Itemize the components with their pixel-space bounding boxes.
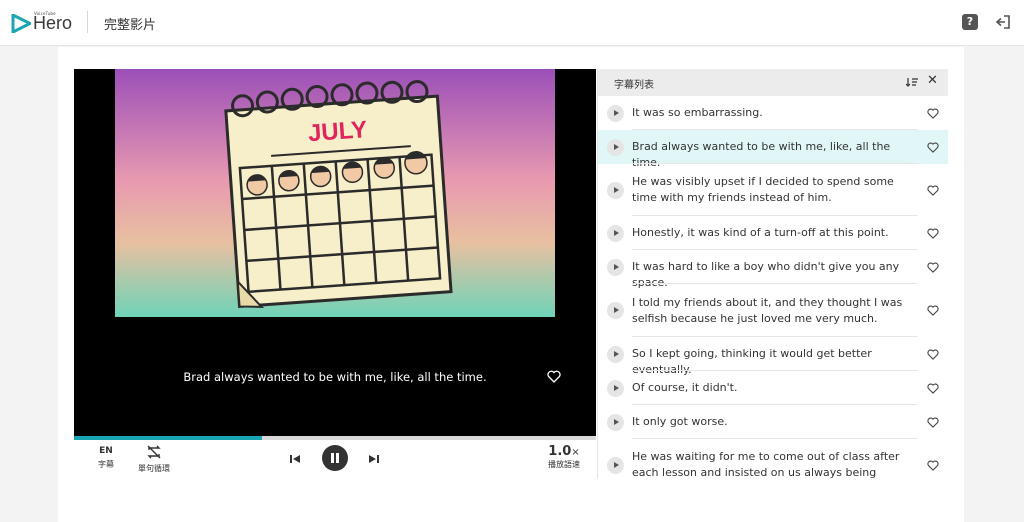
close-icon[interactable]: ✕ <box>927 74 938 88</box>
pause-button[interactable] <box>322 445 348 471</box>
play-sentence-icon[interactable] <box>607 345 624 363</box>
subtitle-text: It was so embarrassing. <box>632 106 763 119</box>
loop-off-icon <box>147 445 161 459</box>
single-sentence-loop-button[interactable]: 單句循環 <box>136 444 172 474</box>
favorite-heart-icon[interactable] <box>927 184 939 196</box>
video-frame-illustration: JULY <box>115 69 555 317</box>
subtitle-list-item[interactable]: He was visibly upset if I decided to spe… <box>598 164 948 216</box>
play-sentence-icon[interactable] <box>607 302 624 319</box>
subtitle-list-item[interactable]: I told my friends about it, and they tho… <box>598 284 948 337</box>
play-sentence-icon[interactable] <box>607 456 624 474</box>
loop-label: 單句循環 <box>138 464 170 473</box>
subtitle-text: It only got worse. <box>632 415 728 428</box>
favorite-heart-icon[interactable] <box>927 107 939 119</box>
favorite-heart-icon[interactable] <box>927 348 939 360</box>
playback-speed-button[interactable]: 1.0× 播放語速 <box>544 444 584 470</box>
logo-text: Hero <box>33 13 73 33</box>
current-subtitle: Brad always wanted to be with me, like, … <box>183 370 487 384</box>
speed-unit: × <box>571 447 580 458</box>
play-sentence-icon[interactable] <box>607 379 624 397</box>
play-sentence-icon[interactable] <box>607 138 624 156</box>
favorite-heart-icon[interactable] <box>927 382 939 394</box>
subtitle-text: Honestly, it was kind of a turn-off at t… <box>632 226 889 239</box>
play-sentence-icon[interactable] <box>607 104 624 122</box>
favorite-heart-icon[interactable] <box>927 305 939 316</box>
logout-icon[interactable] <box>995 14 1011 30</box>
play-sentence-icon[interactable] <box>607 224 624 242</box>
subtitle-list-item[interactable]: Brad always wanted to be with me, like, … <box>598 130 948 169</box>
top-bar: VoiceTube Hero 完整影片 ? <box>0 0 1024 46</box>
help-icon[interactable]: ? <box>962 14 978 30</box>
panel-title: 字幕列表 <box>614 80 654 91</box>
subtitle-list-item[interactable]: Of course, it didn't. <box>598 371 948 405</box>
calendar-month-label: JULY <box>307 116 368 147</box>
subtitle-list-item[interactable]: So I kept going, thinking it would get b… <box>598 337 948 376</box>
favorite-heart-icon[interactable] <box>927 416 939 428</box>
subtitle-text: He was waiting for me to come out of cla… <box>632 450 900 479</box>
header-divider <box>87 11 88 33</box>
previous-sentence-icon[interactable] <box>289 453 301 465</box>
subtitle-language-value: EN <box>99 446 113 456</box>
player-controls: EN 字幕 單句循環 1.0× 播放語速 <box>74 440 596 479</box>
play-logo-icon <box>11 14 31 33</box>
play-sentence-icon[interactable] <box>607 258 624 276</box>
favorite-heart-icon[interactable] <box>927 261 939 273</box>
subtitle-language-toggle[interactable]: EN 字幕 <box>94 446 118 470</box>
subtitle-list-item[interactable]: It was hard to like a boy who didn't giv… <box>598 250 948 289</box>
subtitle-list-item[interactable]: Honestly, it was kind of a turn-off at t… <box>598 216 948 250</box>
panel-header: 字幕列表 ✕ <box>598 69 948 96</box>
sort-list-icon[interactable] <box>906 77 918 87</box>
subtitle-text: Of course, it didn't. <box>632 381 738 394</box>
play-sentence-icon[interactable] <box>607 181 624 199</box>
subtitle-list-item[interactable]: He was waiting for me to come out of cla… <box>598 439 948 479</box>
subtitle-list-item[interactable]: It was so embarrassing. <box>598 96 948 130</box>
favorite-heart-icon[interactable] <box>927 141 939 153</box>
subtitle-label: 字幕 <box>98 460 114 469</box>
hero-logo[interactable]: VoiceTube Hero <box>11 11 73 35</box>
video-player: JULY Brad always wanted to be with me, l… <box>74 69 596 479</box>
favorite-heart-icon[interactable] <box>927 227 939 239</box>
video-screen[interactable]: JULY Brad always wanted to be with me, l… <box>74 69 596 436</box>
next-sentence-icon[interactable] <box>368 453 380 465</box>
speed-value: 1.0 <box>548 444 572 459</box>
play-sentence-icon[interactable] <box>607 413 624 431</box>
subtitle-list-panel: 字幕列表 ✕ It was so embarrassing. Brad alway… <box>597 69 948 479</box>
subtitle-list-item[interactable]: It only got worse. <box>598 405 948 439</box>
page-title: 完整影片 <box>104 18 157 33</box>
speed-label: 播放語速 <box>548 460 580 469</box>
favorite-heart-icon[interactable] <box>927 459 939 471</box>
favorite-subtitle-heart-icon[interactable] <box>547 370 561 383</box>
subtitle-text: He was visibly upset if I decided to spe… <box>632 175 894 204</box>
subtitle-text: I told my friends about it, and they tho… <box>632 295 903 325</box>
pause-icon <box>331 453 334 463</box>
